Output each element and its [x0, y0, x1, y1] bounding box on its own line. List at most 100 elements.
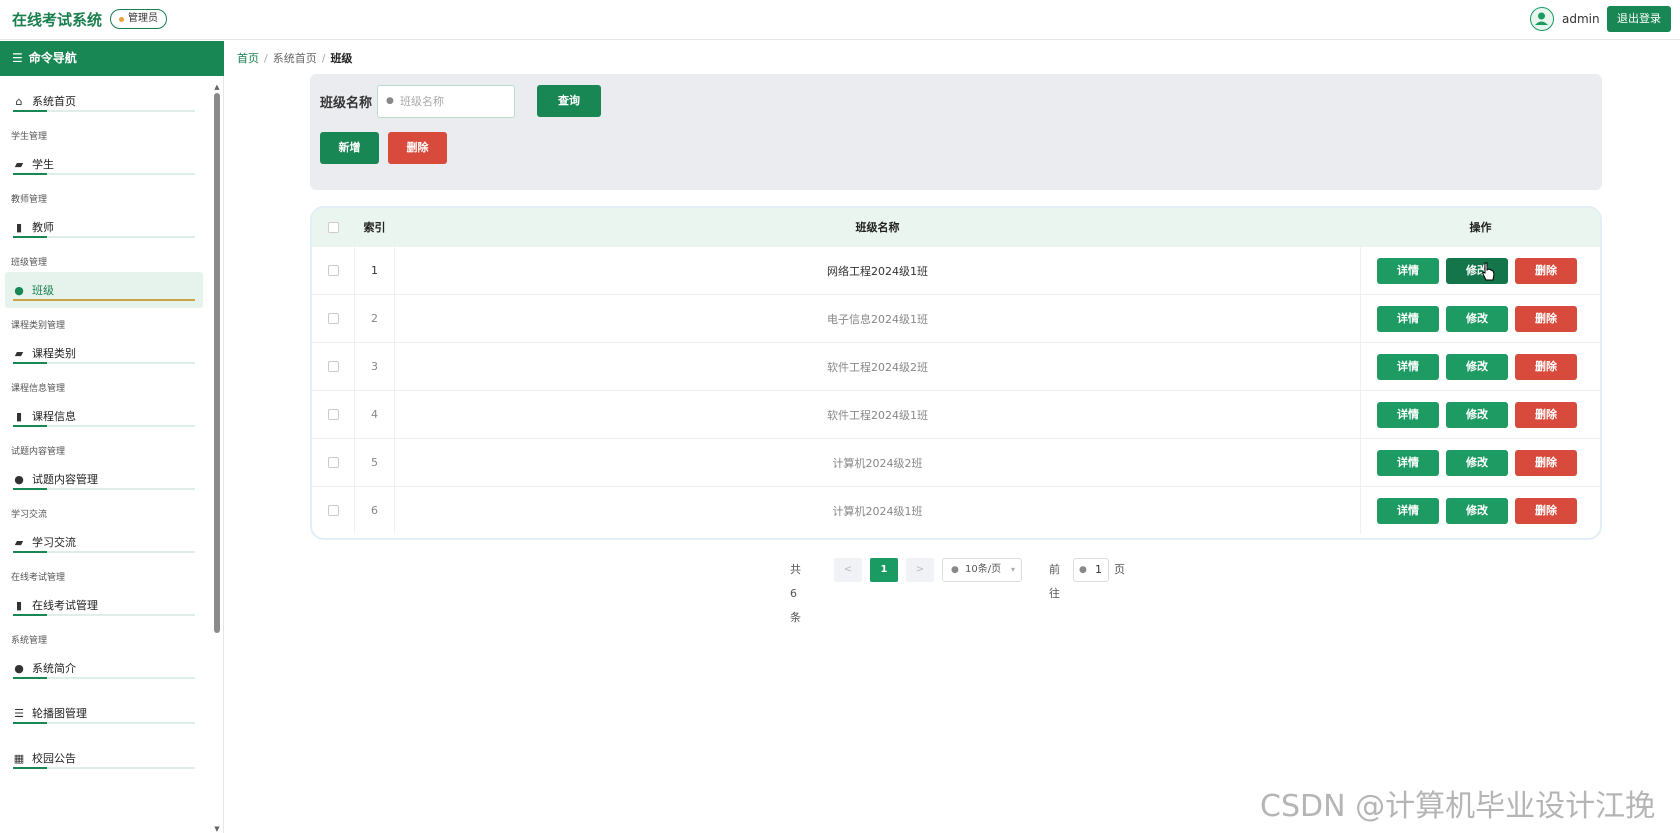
row-checkbox[interactable]	[327, 313, 339, 324]
page-size-select[interactable]: ● 10条/页 ▾	[942, 558, 1022, 582]
chevron-down-icon: ▾	[1010, 565, 1015, 574]
batch-delete-button[interactable]: 删除	[388, 132, 447, 164]
username[interactable]: admin	[1562, 12, 1600, 26]
edit-button[interactable]: 修改	[1446, 498, 1508, 524]
sidebar-item-label: 在线考试管理	[32, 599, 98, 612]
sidebar-item-6[interactable]: ▮ 课程信息	[5, 398, 203, 434]
row-operations: 详情 修改 删除	[1360, 247, 1600, 294]
sidebar-item-5[interactable]: ▰ 课程类别	[5, 335, 203, 371]
edit-button[interactable]: 修改	[1446, 354, 1508, 380]
sidebar-item-label: 教师	[32, 221, 54, 234]
row-class-name: 网络工程2024级1班	[394, 247, 1360, 294]
delete-button[interactable]: 删除	[1515, 258, 1577, 284]
detail-button[interactable]: 详情	[1377, 498, 1439, 524]
nav-underline	[13, 110, 195, 112]
detail-button[interactable]: 详情	[1377, 402, 1439, 428]
delete-button[interactable]: 删除	[1515, 498, 1577, 524]
nav-group-label: 教师管理	[11, 195, 48, 205]
user-avatar-icon[interactable]	[1530, 7, 1554, 31]
sidebar-item-7[interactable]: ● 试题内容管理	[5, 461, 203, 497]
detail-button[interactable]: 详情	[1377, 258, 1439, 284]
nav-underline	[13, 551, 195, 553]
delete-button[interactable]: 删除	[1515, 354, 1577, 380]
table-row: 1 网络工程2024级1班 详情 修改 删除	[312, 246, 1600, 294]
breadcrumb-home[interactable]: 首页	[237, 52, 259, 65]
nav-underline	[13, 614, 195, 616]
row-select-cell	[312, 487, 354, 534]
nav-underline	[13, 722, 195, 724]
sidebar-item-8[interactable]: ▰ 学习交流	[5, 524, 203, 560]
nav-group-label: 学生管理	[11, 132, 48, 142]
header-operations: 操作	[1360, 208, 1600, 246]
select-all-checkbox[interactable]	[327, 221, 339, 233]
sidebar: ☰ 命令导航 ⌂ 系统首页 学生管理 ▰ 学生 教师管理 ▮ 教师 班级管理 ● 班级 课程类别管理 ▰ 课…	[0, 41, 224, 833]
nav-underline	[13, 362, 195, 364]
row-operations: 详情 修改 删除	[1360, 343, 1600, 390]
pagination-total: 共 6 条	[790, 563, 801, 624]
class-name-search-input[interactable]: ● 班级名称	[377, 85, 515, 118]
sidebar-item-12[interactable]: ▦ 校园公告	[5, 740, 203, 776]
row-checkbox[interactable]	[327, 505, 339, 516]
sidebar-item-label: 系统首页	[32, 95, 76, 108]
row-checkbox[interactable]	[327, 265, 339, 276]
role-badge: 管理员	[110, 9, 167, 29]
sidebar-header: ☰ 命令导航	[0, 41, 224, 76]
nav-underline	[13, 677, 195, 679]
sidebar-scrollbar[interactable]: ▲ ▼	[213, 83, 221, 833]
row-checkbox[interactable]	[327, 361, 339, 372]
table-row: 6 计算机2024级1班 详情 修改 删除	[312, 486, 1600, 534]
goto-page-input[interactable]: ● 1	[1073, 558, 1109, 582]
delete-button[interactable]: 删除	[1515, 450, 1577, 476]
prev-page-button[interactable]: <	[834, 558, 862, 582]
row-checkbox[interactable]	[327, 409, 339, 420]
logout-button[interactable]: 退出登录	[1607, 6, 1671, 32]
sidebar-item-10[interactable]: ● 系统简介	[5, 650, 203, 686]
search-placeholder: 班级名称	[400, 95, 444, 108]
sidebar-item-9[interactable]: ▮ 在线考试管理	[5, 587, 203, 623]
delete-button[interactable]: 删除	[1515, 306, 1577, 332]
row-index: 1	[354, 247, 394, 294]
sidebar-item-label: 学生	[32, 158, 54, 171]
detail-button[interactable]: 详情	[1377, 354, 1439, 380]
row-operations: 详情 修改 删除	[1360, 295, 1600, 342]
sidebar-item-3[interactable]: ▮ 教师	[5, 209, 203, 245]
select-all-cell	[312, 208, 354, 246]
sidebar-item-11[interactable]: ☰ 轮播图管理	[5, 695, 203, 731]
nav-underline	[13, 425, 195, 427]
goto-label: 前往	[1049, 563, 1060, 600]
sidebar-item-4[interactable]: ● 班级	[5, 272, 203, 308]
row-index: 2	[354, 295, 394, 342]
edit-button[interactable]: 修改	[1446, 402, 1508, 428]
edit-button[interactable]: 修改	[1446, 258, 1508, 284]
sidebar-item-2[interactable]: ▰ 学生	[5, 146, 203, 182]
next-page-button[interactable]: >	[906, 558, 934, 582]
detail-button[interactable]: 详情	[1377, 306, 1439, 332]
sidebar-item-label: 学习交流	[32, 536, 76, 549]
delete-button[interactable]: 删除	[1515, 402, 1577, 428]
page-1-button[interactable]: 1	[870, 558, 898, 582]
page-suffix: 页	[1114, 563, 1125, 576]
search-panel: 班级名称 ● 班级名称 查询 新增 删除	[310, 74, 1602, 190]
row-index: 4	[354, 391, 394, 438]
header-class-name: 班级名称	[394, 208, 1360, 246]
breadcrumb-current: 班级	[330, 52, 353, 65]
table-row: 4 软件工程2024级1班 详情 修改 删除	[312, 390, 1600, 438]
search-label: 班级名称	[320, 96, 373, 111]
edit-button[interactable]: 修改	[1446, 306, 1508, 332]
row-select-cell	[312, 343, 354, 390]
scrollbar-thumb[interactable]	[214, 93, 220, 633]
row-select-cell	[312, 295, 354, 342]
class-table: 索引 班级名称 操作 1 网络工程2024级1班 详情 修改 删除 2 电子信息2024级1…	[310, 206, 1602, 540]
edit-button[interactable]: 修改	[1446, 450, 1508, 476]
detail-button[interactable]: 详情	[1377, 450, 1439, 476]
scroll-up-icon[interactable]: ▲	[213, 83, 221, 91]
nav-group-label: 试题内容管理	[11, 447, 66, 457]
breadcrumb-system-home[interactable]: 系统首页	[273, 52, 317, 65]
row-select-cell	[312, 391, 354, 438]
row-checkbox[interactable]	[327, 457, 339, 468]
row-class-name: 软件工程2024级2班	[394, 343, 1360, 390]
add-button[interactable]: 新增	[320, 132, 379, 164]
sidebar-item-1[interactable]: ⌂ 系统首页	[5, 83, 203, 119]
query-button[interactable]: 查询	[537, 85, 601, 117]
scroll-down-icon[interactable]: ▼	[213, 825, 221, 833]
